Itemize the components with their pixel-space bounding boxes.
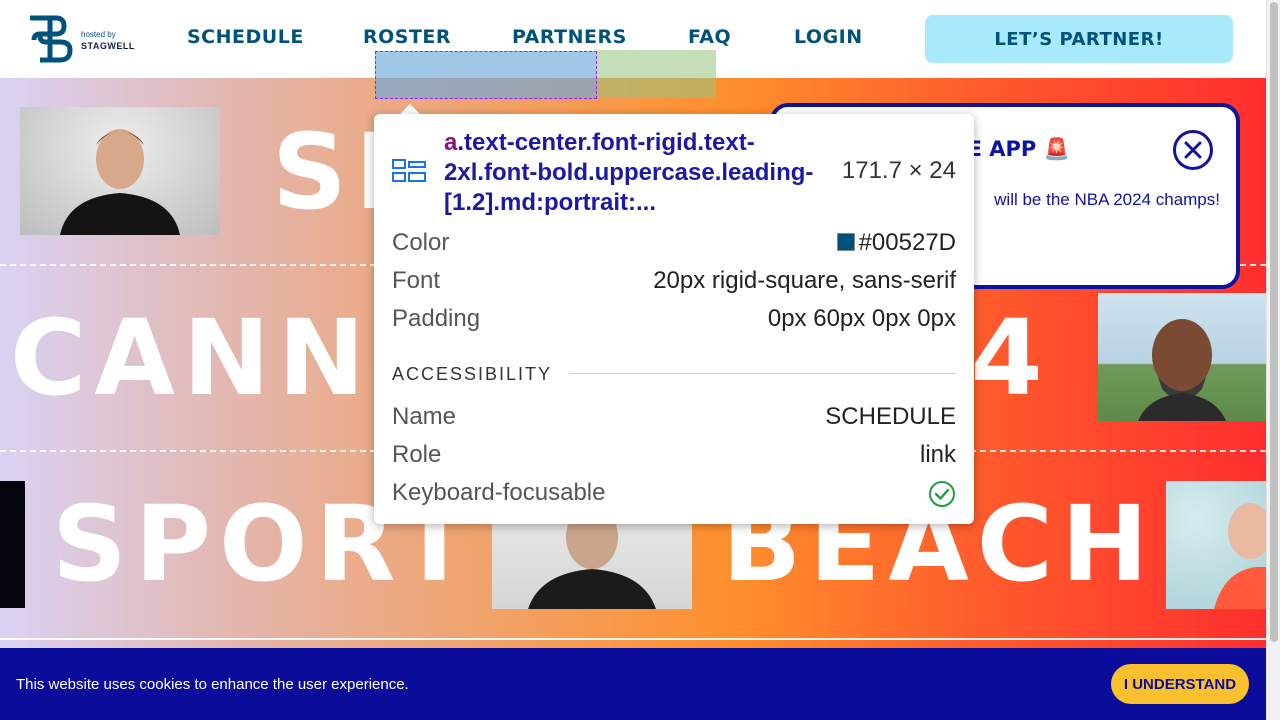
athlete-photo <box>0 481 25 608</box>
element-size: 171.7 × 24 <box>841 157 956 184</box>
name-row: Name SCHEDULE <box>392 403 956 433</box>
person-icon <box>1214 503 1266 609</box>
site-logo[interactable]: hosted by STAGWELL <box>26 14 156 64</box>
focusable-label: Keyboard-focusable <box>392 479 606 506</box>
nav-login[interactable]: LOGIN <box>794 26 863 48</box>
color-label: Color <box>392 229 450 256</box>
page-scrollbar[interactable] <box>1266 0 1280 720</box>
color-row: Color #00527D <box>392 229 956 259</box>
nav-roster[interactable]: ROSTER <box>363 26 451 48</box>
padding-row: Padding 0px 60px 0px 0px <box>392 305 956 335</box>
role-value: link <box>919 441 956 468</box>
name-value: SCHEDULE <box>825 403 956 430</box>
font-value: 20px rigid-square, sans-serif <box>653 267 956 294</box>
color-value: #00527D <box>836 229 956 257</box>
cookie-banner: This website uses cookies to enhance the… <box>0 648 1266 720</box>
element-tag: a <box>444 129 458 156</box>
popup-body: will be the NBA 2024 champs! <box>994 190 1220 209</box>
font-row: Font 20px rigid-square, sans-serif <box>392 267 956 297</box>
athlete-photo <box>1098 293 1266 421</box>
role-label: Role <box>392 441 442 468</box>
flex-container-icon <box>392 159 426 188</box>
solid-divider <box>0 638 1266 640</box>
scrollbar-thumb[interactable] <box>1270 2 1278 642</box>
name-label: Name <box>392 403 457 430</box>
font-label: Font <box>392 267 441 294</box>
element-highlight-padding <box>597 50 716 98</box>
check-circle-icon <box>928 479 956 515</box>
focusable-row: Keyboard-focusable <box>392 479 956 509</box>
sb-logo-icon <box>30 15 73 63</box>
nav-faq[interactable]: FAQ <box>688 26 731 48</box>
cookie-message: This website uses cookies to enhance the… <box>16 676 409 693</box>
nav-partners[interactable]: PARTNERS <box>512 26 627 48</box>
close-icon[interactable] <box>1173 130 1213 170</box>
lets-partner-button[interactable]: LET’S PARTNER! <box>925 15 1233 63</box>
person-icon <box>1138 319 1226 421</box>
tooltip-arrow <box>400 104 420 114</box>
element-classes: .text-center.font-rigid.text-2xl.font-bo… <box>444 129 814 216</box>
hosted-by-label: hosted by <box>81 30 116 39</box>
color-swatch <box>836 233 855 251</box>
padding-value: 0px 60px 0px 0px <box>767 305 956 332</box>
nav-schedule[interactable]: SCHEDULE <box>187 26 304 48</box>
padding-label: Padding <box>392 305 481 332</box>
section-divider <box>570 373 956 374</box>
devtools-inspect-tooltip: a.text-center.font-rigid.text-2xl.font-b… <box>374 114 974 524</box>
person-icon <box>60 129 180 235</box>
element-highlight-content <box>375 51 597 99</box>
athlete-photo <box>20 107 220 235</box>
accessibility-heading: ACCESSIBILITY <box>392 364 553 384</box>
host-name: STAGWELL <box>81 41 135 51</box>
role-row: Role link <box>392 441 956 471</box>
athlete-photo <box>1166 481 1266 609</box>
accept-cookies-button[interactable]: I UNDERSTAND <box>1111 664 1249 704</box>
element-selector: a.text-center.font-rigid.text-2xl.font-b… <box>444 128 834 218</box>
